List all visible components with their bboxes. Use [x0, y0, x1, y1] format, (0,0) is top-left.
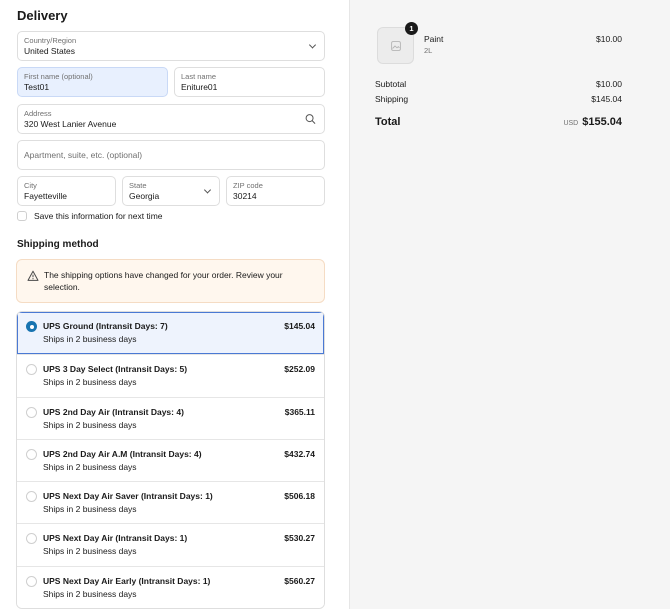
product-variant: 2L [424, 46, 433, 55]
total-amount: USD $155.04 [563, 116, 622, 128]
product-name: Paint [424, 34, 444, 44]
total-currency: USD [563, 120, 579, 127]
shipping-option-radio[interactable] [26, 321, 37, 332]
first-name-field[interactable]: First name (optional) Test01 [17, 67, 168, 97]
shipping-option-name: UPS Next Day Air (Intransit Days: 1) [43, 533, 188, 544]
shipping-option-price: $530.27 [284, 533, 315, 544]
subtotal-row: Subtotal $10.00 [375, 79, 622, 89]
zip-field[interactable]: ZIP code 30214 [226, 176, 325, 206]
warning-icon [27, 270, 39, 281]
shipping-option-subtext: Ships in 2 business days [43, 504, 137, 515]
order-summary-panel [349, 0, 670, 609]
state-select[interactable]: State Georgia [122, 176, 220, 206]
product-price: $10.00 [596, 34, 622, 44]
notice-text: The shipping options have changed for yo… [44, 270, 283, 292]
shipping-method-heading: Shipping method [17, 239, 99, 250]
shipping-option-price: $252.09 [284, 364, 315, 375]
shipping-option[interactable]: UPS Next Day Air (Intransit Days: 1) Ship… [17, 523, 324, 566]
delivery-panel: Delivery Country/Region United States Fi… [0, 0, 349, 609]
subtotal-label: Subtotal [375, 79, 407, 89]
shipping-option-radio[interactable] [26, 533, 37, 545]
shipping-row: Shipping $145.04 [375, 94, 622, 104]
shipping-option-name: UPS 2nd Day Air (Intransit Days: 4) [43, 406, 184, 417]
shipping-option-radio[interactable] [26, 491, 37, 503]
subtotal-value: $10.00 [596, 79, 622, 89]
shipping-option-subtext: Ships in 2 business days [43, 419, 137, 430]
delivery-heading: Delivery [17, 8, 68, 23]
shipping-change-notice: The shipping options have changed for yo… [16, 259, 325, 303]
apartment-placeholder: Apartment, suite, etc. (optional) [24, 150, 143, 160]
shipping-option-subtext: Ships in 2 business days [43, 588, 137, 599]
shipping-option-subtext: Ships in 2 business days [43, 461, 137, 472]
state-label: State [129, 181, 147, 190]
shipping-option-price: $506.18 [284, 491, 315, 502]
city-field[interactable]: City Fayetteville [17, 176, 116, 206]
search-icon[interactable] [305, 114, 316, 125]
address-value: 320 West Lanier Avenue [24, 119, 117, 129]
total-label: Total [375, 116, 401, 128]
country-select[interactable]: Country/Region United States [17, 31, 325, 61]
shipping-option-subtext: Ships in 2 business days [43, 377, 137, 388]
save-info-checkbox[interactable] [17, 211, 27, 221]
chevron-down-icon [308, 41, 317, 49]
shipping-label: Shipping [375, 94, 409, 104]
shipping-option[interactable]: UPS Next Day Air Early (Intransit Days: … [17, 565, 324, 609]
shipping-option[interactable]: UPS 2nd Day Air (Intransit Days: 4) Ships… [17, 396, 324, 439]
save-info-label: Save this information for next time [34, 211, 163, 221]
chevron-down-icon [203, 186, 212, 194]
shipping-option-subtext: Ships in 2 business days [43, 334, 137, 344]
shipping-options-list: UPS Ground (Intransit Days: 7) Ships in 2… [16, 311, 325, 609]
state-value: Georgia [129, 191, 160, 201]
last-name-value: Eniture01 [181, 82, 218, 92]
address-field[interactable]: Address 320 West Lanier Avenue [17, 104, 325, 134]
shipping-value: $145.04 [591, 94, 622, 104]
shipping-option-radio[interactable] [26, 575, 37, 587]
shipping-option-radio[interactable] [26, 448, 37, 460]
quantity-badge: 1 [405, 22, 418, 35]
shipping-option-price: $432.74 [284, 448, 315, 459]
shipping-option-radio[interactable] [26, 406, 37, 418]
shipping-option-subtext: Ships in 2 business days [43, 546, 137, 557]
city-value: Fayetteville [24, 191, 67, 201]
last-name-field[interactable]: Last name Eniture01 [174, 67, 325, 97]
shipping-option-price: $365.11 [284, 406, 315, 417]
shipping-option[interactable]: UPS Ground (Intransit Days: 7) Ships in 2… [17, 312, 324, 355]
country-value: United States [24, 46, 76, 56]
apartment-field[interactable]: Apartment, suite, etc. (optional) [17, 140, 325, 170]
shipping-option-name: UPS 3 Day Select (Intransit Days: 5) [43, 364, 188, 375]
shipping-option-price: $560.27 [284, 575, 315, 586]
shipping-option[interactable]: UPS 3 Day Select (Intransit Days: 5) Ship… [17, 354, 324, 397]
save-info-row[interactable]: Save this information for next time [17, 211, 163, 221]
shipping-option-name: UPS 2nd Day Air A.M (Intransit Days: 4) [43, 448, 202, 459]
first-name-value: Test01 [24, 82, 50, 92]
total-value: $155.04 [582, 116, 622, 128]
shipping-option-radio[interactable] [26, 364, 37, 376]
shipping-option-name: UPS Ground (Intransit Days: 7) [43, 321, 168, 331]
shipping-option[interactable]: UPS Next Day Air Saver (Intransit Days: … [17, 481, 324, 524]
shipping-option-price: $145.04 [284, 321, 315, 331]
shipping-option-name: UPS Next Day Air Saver (Intransit Days: … [43, 491, 213, 502]
image-placeholder-icon [391, 41, 401, 51]
address-label: Address [24, 109, 52, 118]
first-name-label: First name (optional) [24, 72, 93, 81]
zip-label: ZIP code [233, 181, 263, 190]
last-name-label: Last name [181, 72, 217, 81]
city-label: City [24, 181, 37, 190]
zip-value: 30214 [233, 191, 257, 201]
country-label: Country/Region [24, 36, 77, 45]
shipping-option[interactable]: UPS 2nd Day Air A.M (Intransit Days: 4) S… [17, 438, 324, 482]
shipping-option-name: UPS Next Day Air Early (Intransit Days: … [43, 575, 211, 586]
total-row: Total USD $155.04 [375, 116, 622, 128]
